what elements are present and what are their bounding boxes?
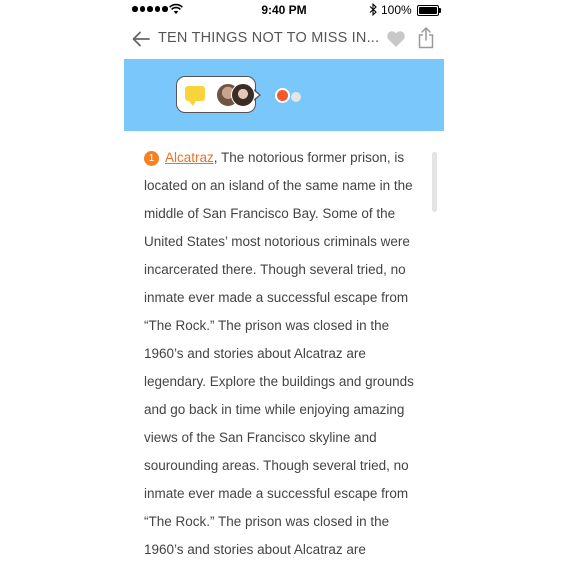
location-marker-shadow-icon: [291, 92, 301, 102]
message-icon: [185, 86, 205, 106]
article-body: , The notorious former prison, is locate…: [144, 150, 414, 557]
item-number-badge: 1: [144, 151, 159, 166]
page-title: TEN THINGS NOT TO MISS IN...: [158, 30, 380, 46]
avatar: [231, 83, 255, 107]
battery-percent: 100%: [381, 3, 412, 17]
battery-icon: [417, 5, 441, 16]
status-bar: 9:40 PM 100%: [124, 0, 444, 20]
bluetooth-icon: [369, 3, 377, 16]
back-arrow-icon[interactable]: [130, 28, 152, 50]
navigation-bar: TEN THINGS NOT TO MISS IN...: [124, 22, 444, 58]
article-text: 1 Alcatraz, The notorious former prison, …: [144, 144, 426, 564]
location-marker-icon[interactable]: [275, 88, 290, 103]
share-icon[interactable]: [415, 26, 437, 50]
phone-screen: 9:40 PM 100% TEN THINGS NOT TO MISS IN..…: [124, 0, 444, 568]
place-link[interactable]: Alcatraz: [165, 150, 214, 165]
heart-icon[interactable]: [385, 28, 407, 50]
scrollbar[interactable]: [432, 152, 437, 212]
